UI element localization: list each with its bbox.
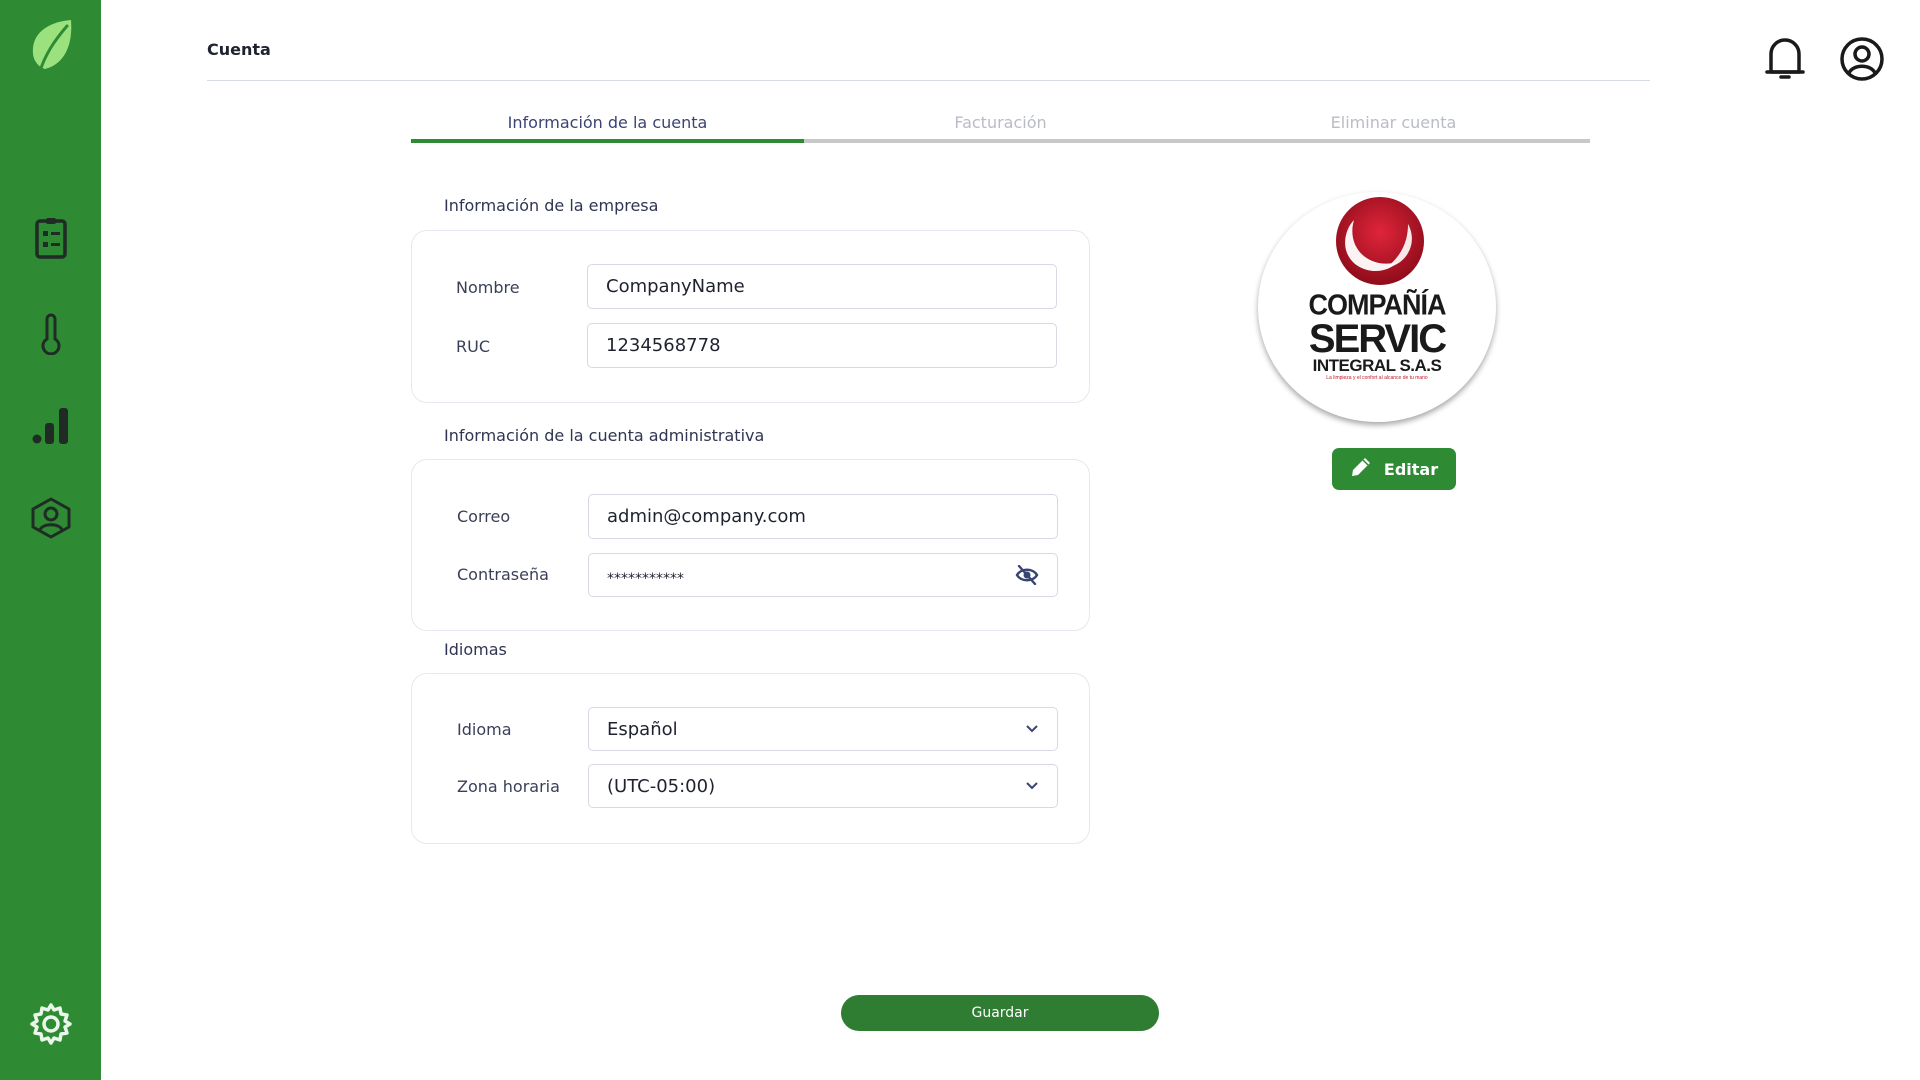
language-label: Idioma [457,720,512,739]
gear-icon[interactable] [29,1002,73,1046]
name-input[interactable]: CompanyName [587,264,1057,309]
logo-line2: SERVIC [1308,317,1447,361]
timezone-select[interactable]: (UTC-05:00) [588,764,1058,808]
chevron-down-icon [1025,781,1039,791]
tab-billing[interactable]: Facturación [804,108,1197,139]
admin-info-card: Correo admin@company.com Contraseña ****… [411,459,1090,631]
user-circle-icon[interactable] [1839,36,1885,86]
email-input[interactable]: admin@company.com [588,494,1058,539]
company-info-card: Nombre CompanyName RUC 1234568778 [411,230,1090,403]
password-input[interactable]: *********** [588,553,1058,597]
tab-account-info[interactable]: Información de la cuenta [411,108,804,143]
leaf-icon [27,18,75,76]
logo-line3: INTEGRAL S.A.S [1312,356,1442,375]
pencil-icon [1350,456,1372,482]
tab-delete-account[interactable]: Eliminar cuenta [1197,108,1590,139]
page-title: Cuenta [207,40,271,59]
ruc-value: 1234568778 [606,335,721,356]
admin-section-title: Información de la cuenta administrativa [444,426,765,445]
ruc-input[interactable]: 1234568778 [587,323,1057,368]
user-badge-icon[interactable] [29,496,73,540]
email-value: admin@company.com [607,506,806,527]
name-label: Nombre [456,278,520,297]
language-card: Idioma Español Zona horaria (UTC-05:00) [411,673,1090,844]
sidebar [0,0,101,1080]
eye-off-icon[interactable] [1015,565,1039,585]
page-header: Cuenta [207,40,1650,81]
company-logo: COMPAÑÍA SERVIC INTEGRAL S.A.S La limpie… [1258,192,1496,422]
timezone-label: Zona horaria [457,777,560,796]
email-label: Correo [457,507,511,526]
tab-bar: Información de la cuenta Facturación Eli… [411,108,1590,143]
language-section-title: Idiomas [444,640,507,659]
name-value: CompanyName [606,276,745,297]
clipboard-checklist-icon[interactable] [34,218,68,260]
chevron-down-icon [1025,724,1039,734]
edit-logo-button[interactable]: Editar [1332,448,1456,490]
bar-chart-icon[interactable] [32,406,70,444]
timezone-value: (UTC-05:00) [607,775,716,797]
edit-button-label: Editar [1383,459,1439,479]
language-select[interactable]: Español [588,707,1058,751]
logo-line1: COMPAÑÍA [1308,289,1447,321]
password-value: *********** [607,571,684,587]
company-section-title: Información de la empresa [444,196,659,215]
save-button[interactable]: Guardar [841,995,1159,1031]
ruc-label: RUC [456,337,490,356]
logo-tagline: La limpieza y el confort al alcance de t… [1326,375,1428,381]
bell-icon[interactable] [1765,36,1805,86]
thermometer-icon[interactable] [40,313,62,355]
language-value: Español [607,718,678,740]
password-label: Contraseña [457,565,549,584]
